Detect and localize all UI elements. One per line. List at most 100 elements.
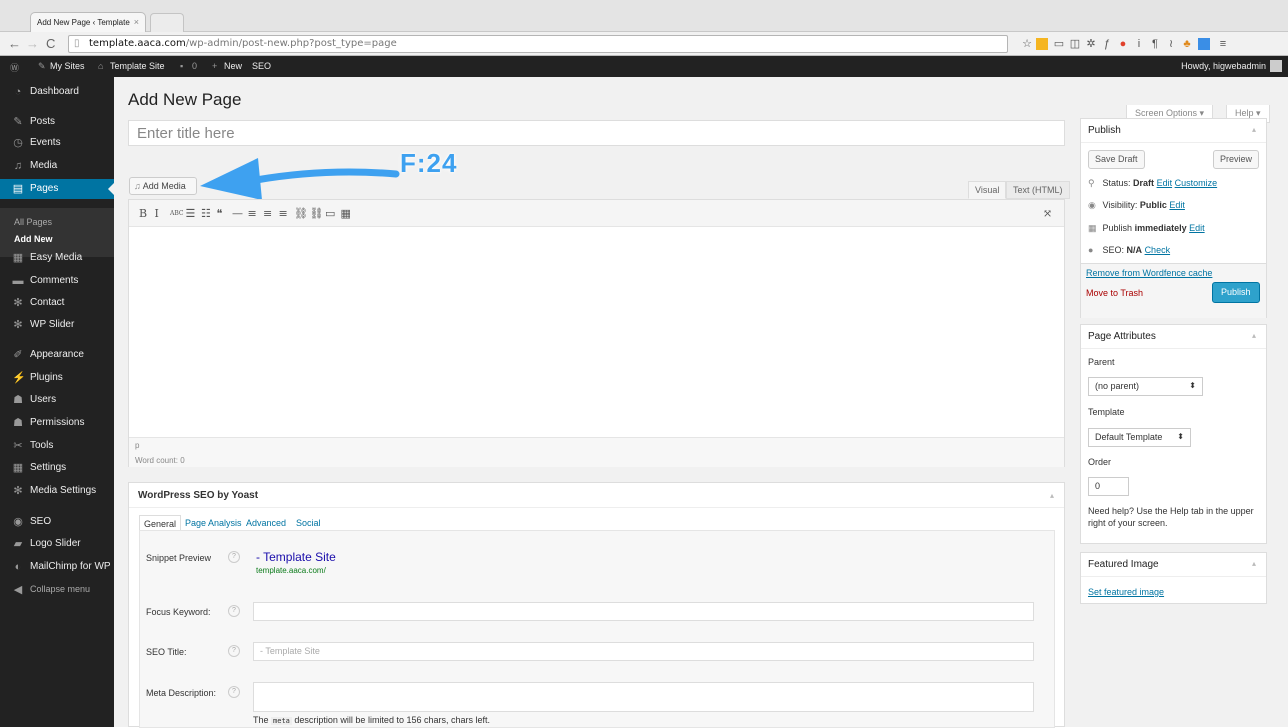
numbered-list-icon[interactable]: ☷ — [201, 207, 211, 220]
back-icon[interactable]: ← — [8, 36, 21, 51]
bullet-list-icon[interactable]: ☰ — [186, 207, 196, 220]
admin-bar-howdy[interactable]: Howdy, higwebadmin — [1181, 61, 1266, 71]
strikethrough-icon[interactable]: ABC — [170, 210, 183, 217]
toggle-icon[interactable]: ▴ — [1252, 331, 1256, 340]
extension-icon[interactable] — [1036, 38, 1048, 50]
sidebar-item-media[interactable]: ♫ Media — [0, 156, 114, 176]
sidebar-item-settings[interactable]: ▦ Settings — [0, 458, 114, 478]
seo-box-title[interactable]: WordPress SEO by Yoast — [129, 483, 1064, 508]
sidebar-item-tools[interactable]: ✂ Tools — [0, 436, 114, 456]
avatar[interactable] — [1270, 60, 1282, 72]
seo-check-link[interactable]: Check — [1145, 245, 1171, 255]
sidebar-item-pages[interactable]: ▤ Pages — [0, 179, 114, 199]
chrome-menu-icon[interactable]: ≡ — [1216, 37, 1230, 51]
meta-description-textarea[interactable] — [253, 682, 1034, 712]
extension-icon[interactable]: ✲ — [1084, 37, 1098, 51]
admin-bar-my-sites[interactable]: My Sites — [50, 61, 85, 71]
toolbar-toggle-icon[interactable]: ▦ — [341, 207, 351, 220]
extension-icon[interactable]: ♣ — [1180, 37, 1194, 51]
sidebar-item-plugins[interactable]: ⚡ Plugins — [0, 368, 114, 388]
template-select[interactable]: Default Template ⬍ — [1088, 428, 1191, 447]
toggle-icon[interactable]: ▴ — [1252, 125, 1256, 134]
blockquote-icon[interactable]: ❝ — [217, 207, 223, 220]
bookmark-star-icon[interactable]: ☆ — [1020, 37, 1034, 51]
focus-keyword-input[interactable] — [253, 602, 1034, 621]
sidebar-item-collapse-menu[interactable]: ◀ Collapse menu — [0, 580, 114, 600]
featured-image-header[interactable]: Featured Image ▴ — [1081, 553, 1266, 577]
align-left-icon[interactable]: ≡ — [248, 207, 257, 220]
extension-icon[interactable]: ¶ — [1148, 37, 1162, 51]
seo-title-input[interactable]: - Template Site — [253, 642, 1034, 661]
read-more-icon[interactable]: ▭ — [325, 207, 335, 220]
extension-icon[interactable]: ◫ — [1068, 37, 1082, 51]
content-editor[interactable]: B I ABC ☰ ☷ ❝ — ≡ ≡ ≡ ⛓ ⛓ ▭ ▦ ⤧ p Word count: 0 — [128, 199, 1065, 467]
sidebar-item-dashboard[interactable]: ◔ Dashboard — [0, 82, 114, 102]
bold-icon[interactable]: B — [139, 207, 147, 220]
wordpress-logo-icon[interactable]: Ⓦ — [10, 61, 19, 74]
sidebar-item-users[interactable]: ☗ Users — [0, 390, 114, 410]
forward-icon[interactable]: → — [26, 36, 39, 51]
help-icon[interactable]: ? — [228, 551, 240, 563]
browser-tab[interactable]: Add New Page ‹ Template × — [30, 12, 146, 32]
sidebar-item-wp-slider[interactable]: ✻ WP Slider — [0, 315, 114, 335]
sidebar-item-permissions[interactable]: ☗ Permissions — [0, 413, 114, 433]
status-edit-link[interactable]: Edit — [1157, 178, 1173, 188]
post-title-input[interactable]: Enter title here — [128, 120, 1065, 146]
toggle-icon[interactable]: ▴ — [1050, 491, 1054, 500]
tab-close-icon[interactable]: × — [134, 17, 139, 27]
fullscreen-icon[interactable]: ⤧ — [1043, 207, 1052, 220]
sidebar-item-mailchimp-for-wp[interactable]: ◐ MailChimp for WP — [0, 557, 114, 577]
sidebar-item-seo[interactable]: ◉ SEO — [0, 512, 114, 532]
extension-icon[interactable]: ƒ — [1100, 37, 1114, 51]
extension-icon[interactable] — [1198, 38, 1210, 50]
visibility-edit-link[interactable]: Edit — [1169, 200, 1185, 210]
seo-tab-page-analysis[interactable]: Page Analysis — [181, 515, 246, 531]
remove-wordfence-link[interactable]: Remove from Wordfence cache — [1086, 268, 1212, 278]
preview-button[interactable]: Preview — [1213, 150, 1260, 169]
move-to-trash-link[interactable]: Move to Trash — [1086, 288, 1143, 298]
help-icon[interactable]: ? — [228, 686, 240, 698]
sidebar-item-posts[interactable]: ✎ Posts — [0, 112, 114, 132]
italic-icon[interactable]: I — [155, 207, 159, 220]
extension-icon[interactable]: ● — [1116, 37, 1130, 51]
tab-visual[interactable]: Visual — [968, 181, 1007, 199]
sidebar-item-appearance[interactable]: ✐ Appearance — [0, 345, 114, 365]
help-icon[interactable]: ? — [228, 645, 240, 657]
admin-bar-site-name[interactable]: Template Site — [110, 61, 165, 71]
save-draft-button[interactable]: Save Draft — [1088, 150, 1145, 169]
parent-select[interactable]: (no parent) ⬍ — [1088, 377, 1203, 396]
align-center-icon[interactable]: ≡ — [263, 207, 272, 220]
insert-link-icon[interactable]: ⛓ — [294, 207, 308, 220]
address-bar[interactable]: ▯ template.aaca.com/wp-admin/post-new.ph… — [68, 35, 1008, 53]
admin-bar-new[interactable]: New — [224, 61, 242, 71]
sidebar-item-contact[interactable]: ✻ Contact — [0, 293, 114, 313]
set-featured-image-link[interactable]: Set featured image — [1088, 587, 1164, 597]
horizontal-rule-icon[interactable]: — — [232, 207, 243, 220]
admin-bar-comments-count[interactable]: 0 — [192, 61, 197, 71]
admin-bar-seo[interactable]: SEO — [252, 61, 271, 71]
page-attributes-header[interactable]: Page Attributes ▴ — [1081, 325, 1266, 349]
submenu-add-new[interactable]: Add New — [14, 234, 53, 244]
tab-text-html[interactable]: Text (HTML) — [1006, 181, 1070, 199]
sidebar-item-logo-slider[interactable]: ▰ Logo Slider — [0, 534, 114, 554]
seo-tab-social[interactable]: Social — [292, 515, 325, 531]
publish-box-header[interactable]: Publish ▴ — [1081, 119, 1266, 143]
help-icon[interactable]: ? — [228, 605, 240, 617]
reload-icon[interactable]: C — [46, 36, 55, 51]
sidebar-item-comments[interactable]: ▬ Comments — [0, 271, 114, 291]
sidebar-item-easy-media[interactable]: ▦ Easy Media — [0, 248, 114, 268]
extension-icon[interactable]: ≀ — [1164, 37, 1178, 51]
order-input[interactable]: 0 — [1088, 477, 1129, 496]
seo-tab-advanced[interactable]: Advanced — [242, 515, 290, 531]
customize-link[interactable]: Customize — [1175, 178, 1218, 188]
schedule-edit-link[interactable]: Edit — [1189, 223, 1205, 233]
remove-link-icon[interactable]: ⛓ — [310, 207, 324, 220]
extension-icon[interactable]: i — [1132, 37, 1146, 51]
sidebar-item-media-settings[interactable]: ✻ Media Settings — [0, 481, 114, 501]
publish-button[interactable]: Publish — [1212, 282, 1260, 303]
submenu-all-pages[interactable]: All Pages — [14, 217, 52, 227]
extension-icon[interactable]: ▭ — [1052, 37, 1066, 51]
sidebar-item-events[interactable]: ◷ Events — [0, 133, 114, 153]
toggle-icon[interactable]: ▴ — [1252, 559, 1256, 568]
new-tab-button[interactable] — [150, 13, 184, 32]
